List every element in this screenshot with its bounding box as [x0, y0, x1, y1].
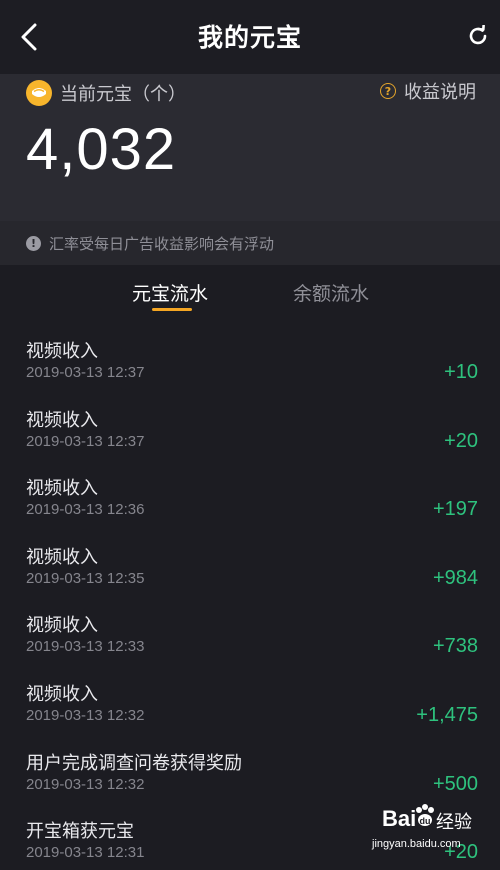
paw-icon: du	[416, 804, 434, 826]
record-time: 2019-03-13 12:32	[26, 706, 145, 724]
record-title: 用户完成调查问卷获得奖励	[26, 752, 242, 774]
record-title: 视频收入	[26, 615, 98, 637]
record-amount: +1,475	[416, 703, 478, 726]
watermark-text: 经验	[436, 812, 472, 833]
active-tab-indicator	[152, 308, 192, 311]
balance-card: 当前元宝（个） ? 收益说明 4,032	[0, 74, 500, 221]
transaction-list: 视频收入 2019-03-13 12:37 +10 视频收入 2019-03-1…	[0, 321, 500, 870]
record-amount: +738	[432, 635, 478, 658]
record-time: 2019-03-13 12:35	[26, 569, 145, 587]
baidu-watermark: Bai du 经验 jingyan.baidu.com	[370, 800, 500, 860]
question-icon: ?	[380, 83, 396, 99]
svg-text:du: du	[420, 816, 431, 826]
record-time: 2019-03-13 12:33	[26, 638, 145, 656]
refresh-icon	[469, 25, 487, 45]
record-time: 2019-03-13 12:37	[26, 364, 145, 381]
record-amount: +500	[432, 772, 478, 795]
list-item[interactable]: 视频收入 2019-03-13 12:37 +10	[0, 321, 500, 390]
watermark-url: jingyan.baidu.com	[372, 838, 461, 850]
record-amount: +10	[444, 361, 478, 383]
tab-balance-flow[interactable]: 余额流水	[293, 279, 369, 306]
list-item[interactable]: 用户完成调查问卷获得奖励 2019-03-13 12:32 +500	[0, 733, 500, 802]
earnings-help-label: 收益说明	[404, 82, 476, 103]
page-title: 我的元宝	[197, 23, 302, 52]
tab-bar: 元宝流水 余额流水	[0, 265, 500, 321]
list-item[interactable]: 视频收入 2019-03-13 12:36 +197	[0, 458, 500, 527]
record-title: 开宝箱获元宝	[26, 821, 134, 843]
record-title: 视频收入	[26, 478, 98, 500]
exchange-rate-notice: ! 汇率受每日广告收益影响会有浮动	[0, 221, 500, 265]
balance-label: 当前元宝（个）	[60, 84, 186, 105]
record-time: 2019-03-13 12:32	[26, 775, 145, 793]
list-item[interactable]: 视频收入 2019-03-13 12:35 +984	[0, 527, 500, 596]
tab-coin-flow[interactable]: 元宝流水	[132, 279, 208, 306]
list-item[interactable]: 视频收入 2019-03-13 12:33 +738	[0, 595, 500, 664]
record-amount: +984	[432, 566, 478, 589]
balance-value: 4,032	[26, 117, 177, 182]
record-title: 视频收入	[26, 683, 98, 705]
coin-icon	[26, 80, 52, 106]
record-title: 视频收入	[26, 409, 98, 431]
record-time: 2019-03-13 12:37	[26, 432, 145, 450]
record-amount: +197	[432, 498, 478, 521]
record-time: 2019-03-13 12:31	[26, 844, 145, 862]
list-item[interactable]: 视频收入 2019-03-13 12:37 +20	[0, 390, 500, 459]
record-title: 视频收入	[26, 546, 98, 568]
refresh-button[interactable]	[464, 22, 492, 50]
earnings-help-link[interactable]: ? 收益说明	[380, 78, 476, 104]
notice-text: 汇率受每日广告收益影响会有浮动	[49, 234, 275, 253]
record-amount: +20	[444, 429, 478, 452]
record-time: 2019-03-13 12:36	[26, 501, 145, 519]
alert-icon: !	[26, 235, 41, 251]
record-title: 视频收入	[26, 341, 98, 362]
top-nav-bar: 我的元宝	[0, 0, 500, 74]
watermark-logo: Bai	[382, 806, 417, 831]
list-item[interactable]: 视频收入 2019-03-13 12:32 +1,475	[0, 664, 500, 733]
